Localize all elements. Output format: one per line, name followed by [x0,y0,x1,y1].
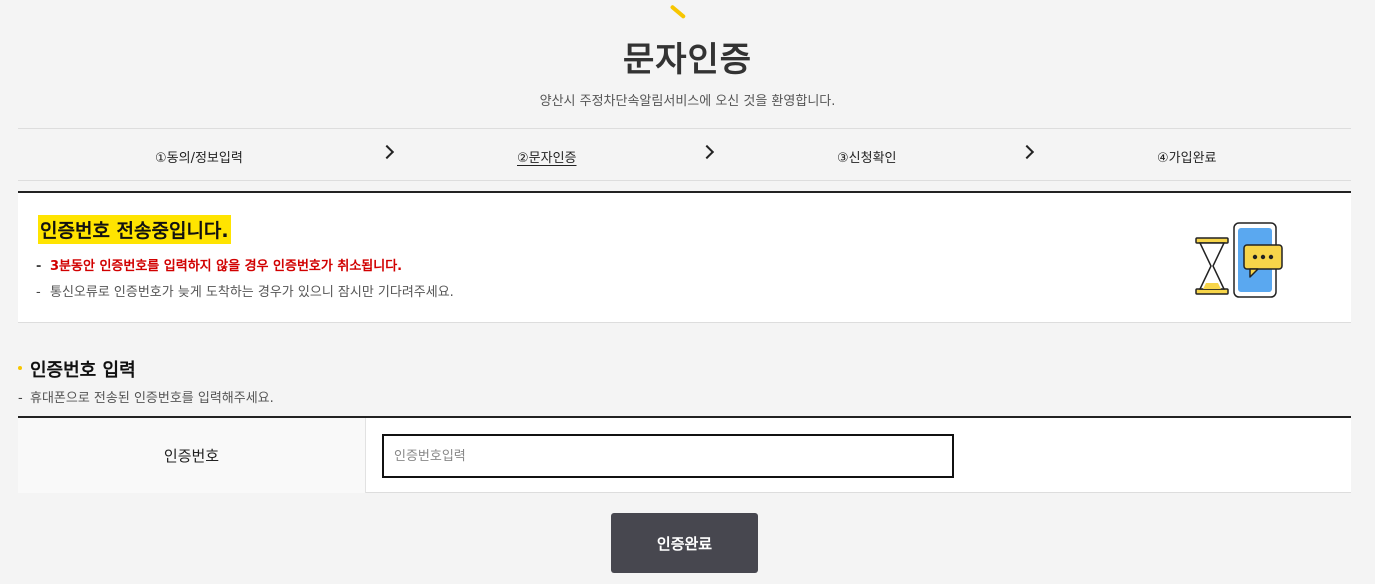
step-indicator: ①동의/정보입력 ②문자인증 ③신청확인 ④가입완료 [18,128,1351,181]
title-decoration [669,4,687,20]
section-description: - 휴대폰으로 전송된 인증번호를 입력해주세요. [18,391,274,406]
chevron-right-icon [699,144,715,160]
page-subtitle: 양산시 주정차단속알림서비스에 오신 것을 환영합니다. [539,94,836,109]
verification-form: 인증번호 [18,416,1351,493]
chevron-right-icon [1019,144,1035,160]
chevron-right-icon [379,144,395,160]
step-3: ③신청확인 [837,151,897,166]
section-title: 인증번호 입력 [18,356,136,382]
notice-info: - 통신오류로 인증번호가 늦게 도착하는 경우가 있으니 잠시만 기다려주세요. [36,285,454,300]
code-label: 인증번호 [18,418,366,493]
step-1: ①동의/정보입력 [155,151,243,166]
hourglass-icon [1195,237,1229,295]
verify-complete-button[interactable]: 인증완료 [611,513,758,573]
page-title: 문자인증 [622,40,753,80]
verification-code-input[interactable] [382,434,954,478]
notice-title: 인증번호 전송중입니다. [38,215,231,244]
hourglass-phone-message-icon [1195,222,1283,298]
step-4: ④가입완료 [1157,151,1217,166]
step-2-current: ②문자인증 [517,151,577,166]
bullet-icon [18,366,22,370]
notice-warning: -3분동안 인증번호를 입력하지 않을 경우 인증번호가 취소됩니다. [36,259,403,274]
sending-notice: 인증번호 전송중입니다. -3분동안 인증번호를 입력하지 않을 경우 인증번호… [18,191,1351,323]
